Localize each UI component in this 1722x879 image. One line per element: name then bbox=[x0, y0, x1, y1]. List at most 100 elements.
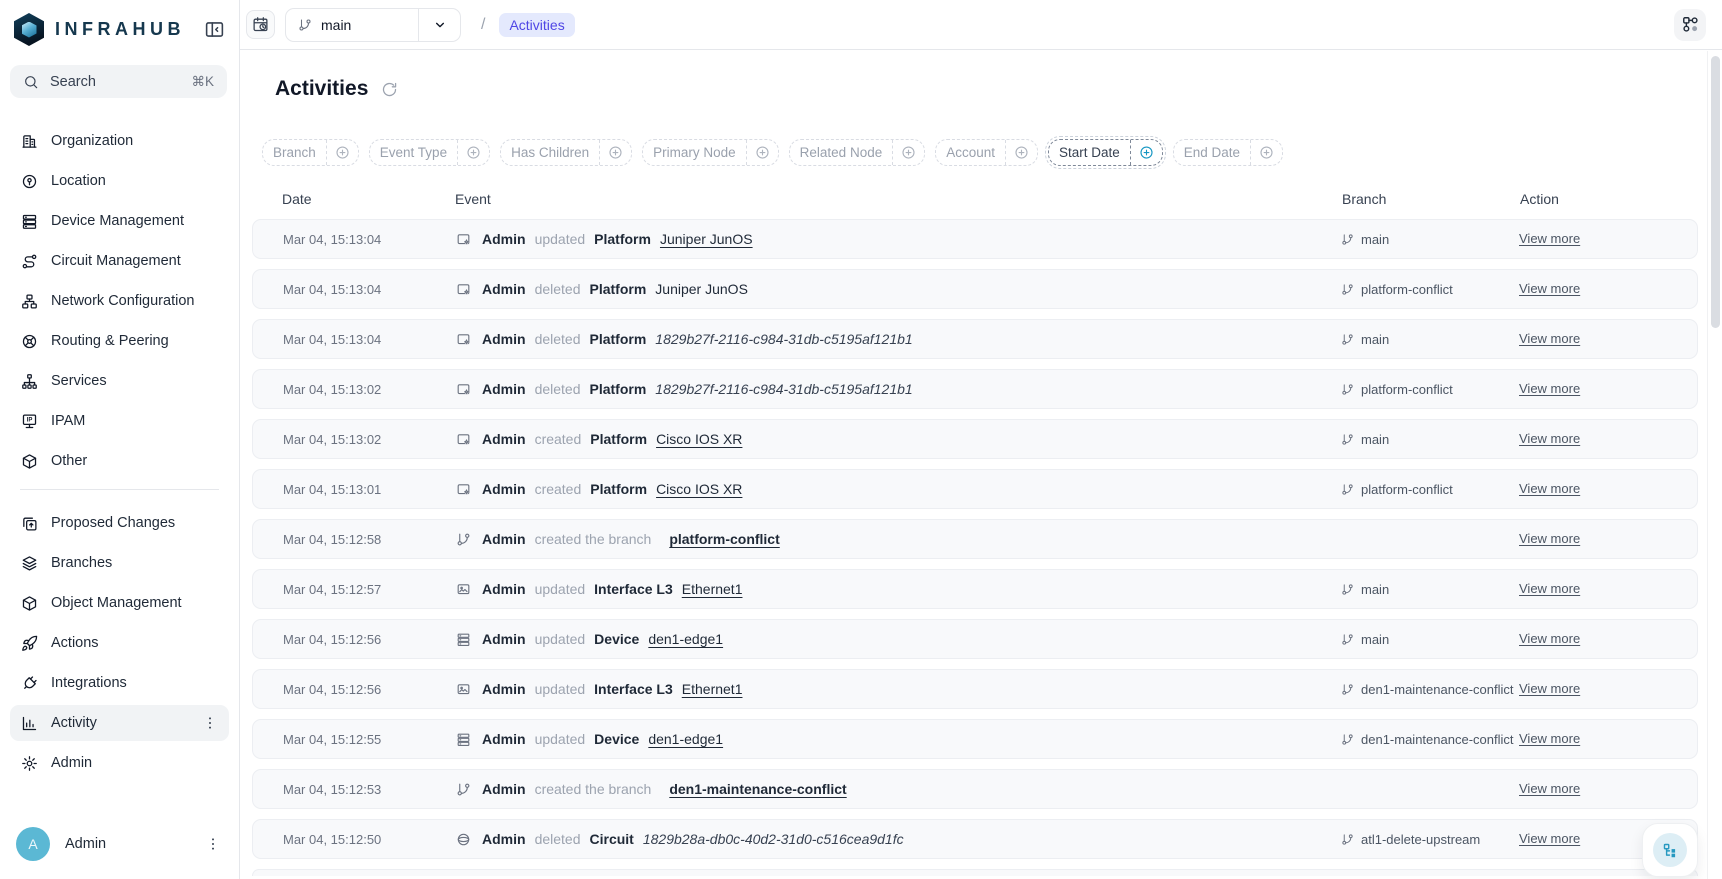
sidebar-item[interactable]: Services bbox=[10, 363, 229, 399]
branch-selector-toggle[interactable] bbox=[418, 9, 460, 41]
sidebar-item[interactable]: Routing & Peering bbox=[10, 323, 229, 359]
activity-object-link[interactable]: den1-edge1 bbox=[648, 731, 723, 747]
filter-add-button[interactable] bbox=[892, 140, 924, 165]
activity-object-link[interactable]: Juniper JunOS bbox=[660, 231, 753, 247]
breadcrumb-separator: / bbox=[481, 16, 485, 34]
activity-event: Admin created the branch platform-confli… bbox=[456, 531, 1341, 547]
schema-graph-button[interactable] bbox=[1674, 9, 1706, 41]
activity-verb: updated bbox=[535, 681, 586, 697]
filter-add-button[interactable] bbox=[1005, 140, 1037, 165]
table-row: Mar 04, 15:12:53 Admin created the branc… bbox=[252, 769, 1698, 809]
kebab-menu-icon[interactable] bbox=[202, 715, 218, 731]
scrollbar[interactable] bbox=[1707, 51, 1722, 879]
activity-object-link: 1829b27f-2116-c984-31db-c5195af121b1 bbox=[655, 381, 912, 397]
activity-verb: deleted bbox=[535, 381, 581, 397]
filter-add-button[interactable] bbox=[457, 140, 489, 165]
activity-actor: Admin bbox=[482, 431, 526, 447]
view-more-link[interactable]: View more bbox=[1519, 381, 1580, 396]
view-more-link[interactable]: View more bbox=[1519, 631, 1580, 646]
sidebar-item[interactable]: Proposed Changes bbox=[10, 505, 229, 541]
scrollbar-thumb[interactable] bbox=[1711, 56, 1720, 328]
filter-chip[interactable]: Primary Node bbox=[642, 139, 779, 166]
activity-event: Admin updated Interface L3 Ethernet1 bbox=[456, 581, 1341, 597]
sidebar-item[interactable]: Object Management bbox=[10, 585, 229, 621]
activity-object-link[interactable]: Ethernet1 bbox=[682, 581, 743, 597]
view-more-link[interactable]: View more bbox=[1519, 781, 1580, 796]
table-row: Mar 04, 15:13:02 Admin created Platform … bbox=[252, 419, 1698, 459]
search-input[interactable]: Search ⌘K bbox=[10, 65, 227, 98]
sidebar-item[interactable]: Admin bbox=[10, 745, 229, 781]
activity-branch: atl1-delete-upstream bbox=[1341, 832, 1519, 847]
activity-object-link[interactable]: platform-conflict bbox=[669, 531, 779, 547]
view-more-link[interactable]: View more bbox=[1519, 481, 1580, 496]
filter-chip[interactable]: Branch bbox=[262, 139, 359, 166]
branch-selector[interactable]: main bbox=[285, 8, 461, 42]
filter-chip[interactable]: End Date bbox=[1173, 139, 1283, 166]
git-branch-icon bbox=[456, 782, 471, 797]
sidebar-item[interactable]: Device Management bbox=[10, 203, 229, 239]
view-more-link[interactable]: View more bbox=[1519, 831, 1580, 846]
activity-verb: deleted bbox=[535, 281, 581, 297]
git-branch-icon bbox=[1341, 733, 1354, 746]
sidebar-item[interactable]: Organization bbox=[10, 123, 229, 159]
sidebar-item[interactable]: Branches bbox=[10, 545, 229, 581]
sidebar-item-label: Integrations bbox=[51, 675, 127, 691]
time-travel-button[interactable] bbox=[246, 10, 275, 39]
sidebar-item-label: Branches bbox=[51, 555, 112, 571]
activity-object-link[interactable]: Cisco IOS XR bbox=[656, 481, 742, 497]
table-row: Mar 04, 15:12:50 Admin deleted Circuit 1… bbox=[252, 819, 1698, 859]
sidebar-item[interactable]: Circuit Management bbox=[10, 243, 229, 279]
activity-branch: main bbox=[1341, 632, 1519, 647]
filter-add-button[interactable] bbox=[599, 140, 631, 165]
filter-add-button[interactable] bbox=[1250, 140, 1282, 165]
sidebar-item[interactable]: IP IPAM bbox=[10, 403, 229, 439]
activity-actor: Admin bbox=[482, 731, 526, 747]
user-menu[interactable]: A Admin bbox=[0, 815, 239, 879]
table-row: Mar 04, 15:13:01 Admin created Platform … bbox=[252, 469, 1698, 509]
activity-object-link[interactable]: Ethernet1 bbox=[682, 681, 743, 697]
copy-diff-icon bbox=[21, 515, 38, 532]
sidebar-item[interactable]: Activity bbox=[10, 705, 229, 741]
table-row: Mar 04, 15:13:04 Admin updated Platform … bbox=[252, 219, 1698, 259]
activity-list: Mar 04, 15:13:04 Admin updated Platform … bbox=[252, 219, 1698, 859]
view-more-link[interactable]: View more bbox=[1519, 531, 1580, 546]
activity-date: Mar 04, 15:13:04 bbox=[283, 282, 456, 297]
activity-object-link[interactable]: Cisco IOS XR bbox=[656, 431, 742, 447]
view-more-link[interactable]: View more bbox=[1519, 581, 1580, 596]
svg-text:IP: IP bbox=[27, 417, 33, 423]
activity-actor: Admin bbox=[482, 331, 526, 347]
filter-chip-label: Has Children bbox=[501, 140, 599, 165]
view-more-link[interactable]: View more bbox=[1519, 431, 1580, 446]
floating-widget-button[interactable] bbox=[1642, 823, 1698, 877]
filter-chip[interactable]: Related Node bbox=[789, 139, 926, 166]
filter-chip[interactable]: Start Date bbox=[1048, 139, 1163, 166]
page-title: Activities bbox=[275, 77, 368, 101]
sidebar-item[interactable]: Other bbox=[10, 443, 229, 479]
filter-chip[interactable]: Event Type bbox=[369, 139, 490, 166]
sidebar-item[interactable]: Integrations bbox=[10, 665, 229, 701]
activity-object-link[interactable]: den1-maintenance-conflict bbox=[669, 781, 846, 797]
filter-chip[interactable]: Account bbox=[935, 139, 1038, 166]
activity-object-link[interactable]: den1-edge1 bbox=[648, 631, 723, 647]
refresh-icon[interactable] bbox=[381, 81, 398, 98]
server-icon bbox=[21, 213, 38, 230]
filter-add-button[interactable] bbox=[746, 140, 778, 165]
breadcrumb-current[interactable]: Activities bbox=[499, 13, 574, 37]
view-more-link[interactable]: View more bbox=[1519, 681, 1580, 696]
filter-chip[interactable]: Has Children bbox=[500, 139, 632, 166]
view-more-link[interactable]: View more bbox=[1519, 331, 1580, 346]
search-placeholder: Search bbox=[50, 74, 96, 90]
sidebar-item[interactable]: Actions bbox=[10, 625, 229, 661]
sidebar-item[interactable]: Network Configuration bbox=[10, 283, 229, 319]
sidebar-collapse-icon[interactable] bbox=[204, 19, 225, 40]
sidebar-item[interactable]: Location bbox=[10, 163, 229, 199]
branch-selector-value: main bbox=[321, 17, 351, 33]
filter-chip-label: Branch bbox=[263, 140, 326, 165]
filter-add-button[interactable] bbox=[1130, 140, 1162, 165]
view-more-link[interactable]: View more bbox=[1519, 731, 1580, 746]
view-more-link[interactable]: View more bbox=[1519, 231, 1580, 246]
activity-branch-name: platform-conflict bbox=[1361, 482, 1453, 497]
kebab-menu-icon[interactable] bbox=[205, 836, 221, 852]
view-more-link[interactable]: View more bbox=[1519, 281, 1580, 296]
filter-add-button[interactable] bbox=[326, 140, 358, 165]
